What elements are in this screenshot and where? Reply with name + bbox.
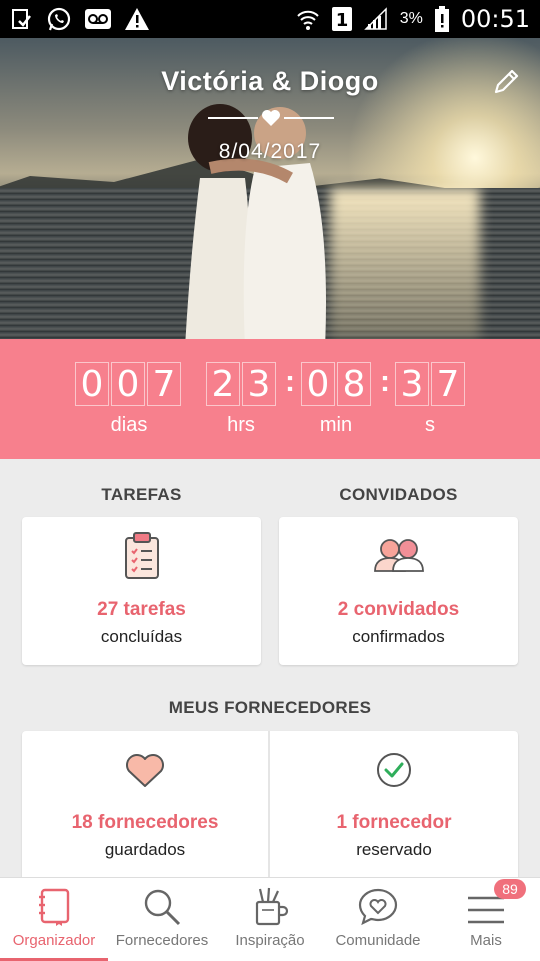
heart-icon [126, 754, 164, 787]
nav-fornecedores[interactable]: Fornecedores [108, 878, 216, 961]
nav-label: Fornecedores [115, 932, 209, 949]
nav-label: Inspiração [235, 932, 305, 949]
wedding-countdown: 0 0 7 2 3 : 0 8 : 3 7 dias hrs min s [0, 339, 540, 459]
digit: 3 [242, 362, 276, 406]
nav-label: Organizador [12, 932, 96, 949]
wifi-icon [296, 7, 320, 31]
heart-divider [208, 109, 334, 127]
nav-organizador[interactable]: Organizador [0, 878, 108, 961]
tasks-status: concluídas [100, 627, 183, 646]
battery-percent: 3% [399, 10, 423, 27]
battery-low-icon [434, 6, 449, 32]
guests-heading: CONVIDADOS [339, 485, 458, 504]
digit: 7 [431, 362, 465, 406]
svg-text:1: 1 [335, 10, 348, 31]
countdown-separator: : [380, 365, 390, 398]
booked-vendors[interactable]: 1 fornecedor reservado [270, 731, 518, 878]
bottom-navigation: Organizador Fornecedores Inspiração Comu… [0, 877, 540, 961]
booked-vendors-count: 1 fornecedor [336, 812, 452, 833]
minutes-label: min [319, 414, 353, 436]
digit: 8 [337, 362, 371, 406]
notification-badge: 89 [494, 879, 526, 899]
nav-inspiracao[interactable]: Inspiração [216, 878, 324, 961]
nav-label: Comunidade [335, 932, 421, 949]
couple-photo-header: Victória & Diogo 8/04/2017 [0, 38, 540, 339]
clipboard-checklist-icon [124, 532, 159, 579]
vendors-heading: MEUS FORNECEDORES [168, 698, 372, 717]
voicemail-icon [84, 8, 112, 30]
notebook-icon [39, 888, 70, 926]
countdown-hours: 2 3 [206, 362, 278, 406]
warning-icon [124, 7, 150, 31]
couple-names: Victória & Diogo [161, 66, 379, 96]
seconds-label: s [425, 414, 435, 436]
days-label: dias [110, 414, 148, 436]
digit: 2 [206, 362, 240, 406]
digit: 0 [301, 362, 335, 406]
tasks-card[interactable]: 27 tarefas concluídas [22, 517, 261, 665]
digit: 0 [111, 362, 145, 406]
guests-card[interactable]: 2 convidados confirmados [279, 517, 518, 665]
download-done-icon [10, 7, 34, 31]
wedding-date: 8/04/2017 [218, 140, 322, 163]
countdown-seconds: 3 7 [395, 362, 467, 406]
sim-icon: 1 [331, 7, 352, 31]
status-bar: 1 3% 00:51 [0, 0, 540, 38]
tasks-count: 27 tarefas [97, 599, 186, 620]
signal-icon [363, 7, 388, 31]
heart-icon [262, 110, 280, 126]
saved-vendors-status: guardados [104, 840, 186, 859]
countdown-separator: : [285, 365, 295, 398]
digit: 3 [395, 362, 429, 406]
check-circle-icon [377, 753, 411, 787]
hours-label: hrs [227, 414, 255, 436]
nav-label: Mais [470, 932, 502, 949]
guests-count: 2 convidados [337, 599, 460, 620]
clock: 00:51 [460, 5, 530, 33]
whatsapp-icon [46, 6, 72, 32]
edit-pencil-icon[interactable] [490, 66, 522, 98]
digit: 7 [147, 362, 181, 406]
guests-couple-icon [373, 539, 424, 572]
saved-vendors-count: 18 fornecedores [71, 812, 219, 833]
cup-pencils-icon [255, 887, 289, 926]
divider [268, 731, 270, 878]
nav-comunidade[interactable]: Comunidade [324, 878, 432, 961]
digit: 0 [75, 362, 109, 406]
countdown-minutes: 0 8 [301, 362, 373, 406]
chat-heart-icon [358, 888, 398, 926]
countdown-days: 0 0 7 [75, 362, 183, 406]
guests-status: confirmados [352, 627, 445, 646]
booked-vendors-status: reservado [356, 840, 432, 859]
vendors-card: 18 fornecedores guardados 1 fornecedor r… [22, 731, 518, 878]
saved-vendors[interactable]: 18 fornecedores guardados [22, 731, 268, 878]
tasks-heading: TAREFAS [101, 485, 182, 504]
search-icon [144, 889, 181, 926]
